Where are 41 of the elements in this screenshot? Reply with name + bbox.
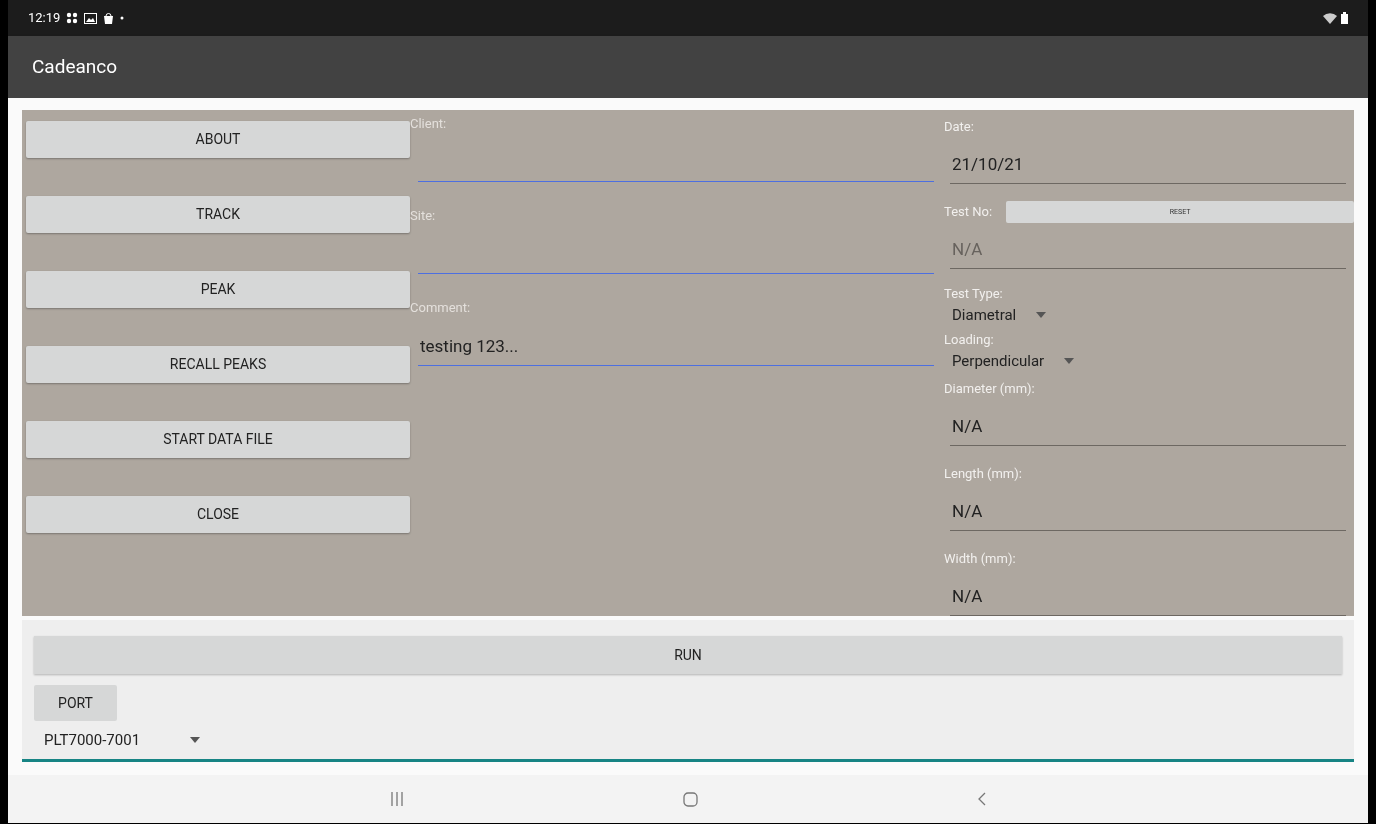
text-field[interactable]: N/A [950, 406, 1346, 446]
menu-button[interactable]: START DATA FILE [26, 421, 410, 458]
app-title: Cadeanco [32, 53, 118, 80]
field-label: Date: [944, 119, 974, 135]
run-button[interactable]: RUN [34, 636, 1342, 674]
text-field[interactable]: N/A [950, 491, 1346, 531]
field-label: Length (mm): [944, 466, 1022, 482]
recent-apps-icon[interactable] [390, 792, 403, 806]
menu-button[interactable]: ABOUT [26, 121, 410, 158]
dropdown[interactable]: Perpendicular [952, 348, 1083, 374]
field-label: Loading: [944, 332, 995, 348]
text-field[interactable]: N/A [950, 576, 1346, 616]
port-button[interactable]: PORT [34, 685, 117, 721]
text-field[interactable]: N/A [950, 229, 1346, 269]
field-label: Site: [410, 208, 437, 224]
menu-button[interactable]: PEAK [26, 271, 410, 308]
bag-icon [103, 12, 115, 24]
field-label: Client: [410, 116, 448, 132]
home-icon[interactable] [682, 791, 698, 807]
dropdown-caret-icon [1036, 312, 1047, 318]
field-label: Test No: [944, 204, 993, 220]
text-field[interactable]: testing 123... [418, 326, 934, 366]
field-label: Diameter (mm): [944, 381, 1035, 397]
field-label: Test Type: [944, 286, 1004, 302]
port-dropdown[interactable]: PLT7000-7001 [34, 725, 211, 755]
grid-icon [66, 12, 79, 24]
field-label: Comment: [410, 300, 472, 316]
dropdown[interactable]: Diametral [952, 302, 1055, 328]
dropdown-caret-icon [1064, 358, 1075, 364]
menu-button[interactable]: TRACK [26, 196, 410, 233]
battery-icon [1341, 12, 1348, 24]
text-field[interactable]: 21/10/21 [950, 144, 1346, 184]
dot-icon [120, 16, 125, 20]
menu-button[interactable]: RECALL PEAKS [26, 346, 410, 383]
back-icon[interactable] [977, 792, 986, 806]
menu-button[interactable]: CLOSE [26, 496, 410, 533]
clock: 12:19 [28, 9, 61, 28]
image-icon [84, 12, 98, 24]
dropdown-caret-icon [190, 737, 201, 743]
wifi-icon [1323, 12, 1337, 24]
field-label: Width (mm): [944, 551, 1016, 567]
